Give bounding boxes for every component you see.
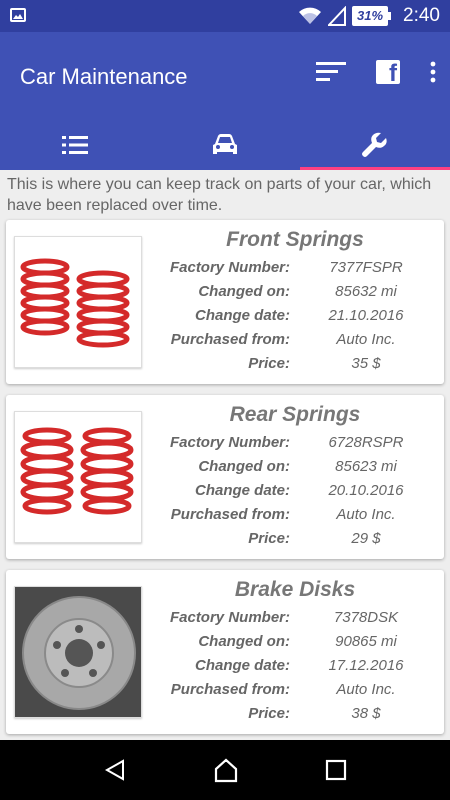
price-value: 35 $	[351, 355, 381, 372]
changed-on-value: 90865 mi	[335, 633, 397, 650]
factory-number-label: Factory Number:	[169, 259, 290, 276]
change-date-label: Change date:	[194, 482, 290, 499]
facebook-icon[interactable]: f	[376, 60, 400, 86]
changed-on-label: Changed on:	[198, 633, 290, 650]
part-name: Front Springs	[226, 228, 364, 251]
purchased-from-value: Auto Inc.	[336, 681, 396, 698]
purchased-from-label: Purchased from:	[170, 681, 290, 698]
changed-on-label: Changed on:	[198, 283, 290, 300]
purchased-from-label: Purchased from:	[170, 506, 290, 523]
battery-indicator: 31%	[351, 6, 392, 26]
tab-bar	[0, 120, 450, 170]
part-card[interactable]: Rear Springs Factory Number: 6728RSPR Cha…	[6, 395, 444, 559]
sort-icon[interactable]	[316, 61, 346, 83]
price-label: Price:	[248, 530, 290, 547]
changed-on-label: Changed on:	[198, 458, 290, 475]
purchased-from-label: Purchased from:	[170, 331, 290, 348]
wrench-icon	[362, 132, 387, 157]
price-label: Price:	[248, 705, 290, 722]
changed-on-value: 85632 mi	[335, 283, 397, 300]
part-card[interactable]: Brake Disks Factory Number: 7378DSK Chang…	[6, 570, 444, 734]
recents-icon[interactable]	[325, 759, 347, 781]
brake-disks-image	[14, 586, 142, 718]
change-date-value: 21.10.2016	[328, 307, 404, 324]
image-notification-icon	[10, 8, 26, 22]
back-icon[interactable]	[103, 758, 127, 782]
tab-car[interactable]	[150, 120, 300, 170]
status-clock: 2:40	[403, 5, 440, 26]
factory-number-value: 7377FSPR	[329, 259, 403, 276]
list-icon	[62, 136, 88, 154]
front-springs-image	[14, 236, 142, 368]
tab-list[interactable]	[0, 120, 150, 170]
wifi-icon	[298, 7, 321, 24]
changed-on-value: 85623 mi	[335, 458, 397, 475]
change-date-value: 17.12.2016	[328, 657, 404, 674]
factory-number-value: 7378DSK	[333, 609, 399, 626]
home-icon[interactable]	[213, 757, 239, 783]
factory-number-label: Factory Number:	[169, 609, 290, 626]
factory-number-label: Factory Number:	[169, 434, 290, 451]
part-card[interactable]: Front Springs Factory Number: 7377FSPR Ch…	[6, 220, 444, 384]
price-value: 38 $	[351, 705, 381, 722]
price-value: 29 $	[351, 530, 381, 547]
purchased-from-value: Auto Inc.	[336, 331, 396, 348]
more-vert-icon[interactable]	[430, 61, 436, 83]
app-bar: Car Maintenance f	[0, 32, 450, 120]
parts-list: Front Springs Factory Number: 7377FSPR Ch…	[6, 220, 444, 745]
app-title: Car Maintenance	[20, 64, 188, 89]
change-date-value: 20.10.2016	[328, 482, 404, 499]
change-date-label: Change date:	[194, 307, 290, 324]
status-bar: 31% 2:40	[0, 0, 450, 32]
part-name: Brake Disks	[234, 578, 356, 601]
system-nav-bar	[0, 740, 450, 800]
price-label: Price:	[248, 355, 290, 372]
change-date-label: Change date:	[194, 657, 290, 674]
tab-maintenance[interactable]	[300, 120, 450, 170]
car-icon	[213, 134, 237, 154]
rear-springs-image	[14, 411, 142, 543]
signal-icon	[327, 6, 346, 26]
intro-text: This is where you can keep track on part…	[7, 176, 432, 214]
factory-number-value: 6728RSPR	[328, 434, 404, 451]
battery-percent: 31%	[351, 6, 389, 26]
purchased-from-value: Auto Inc.	[336, 506, 396, 523]
part-name: Rear Springs	[229, 403, 361, 426]
